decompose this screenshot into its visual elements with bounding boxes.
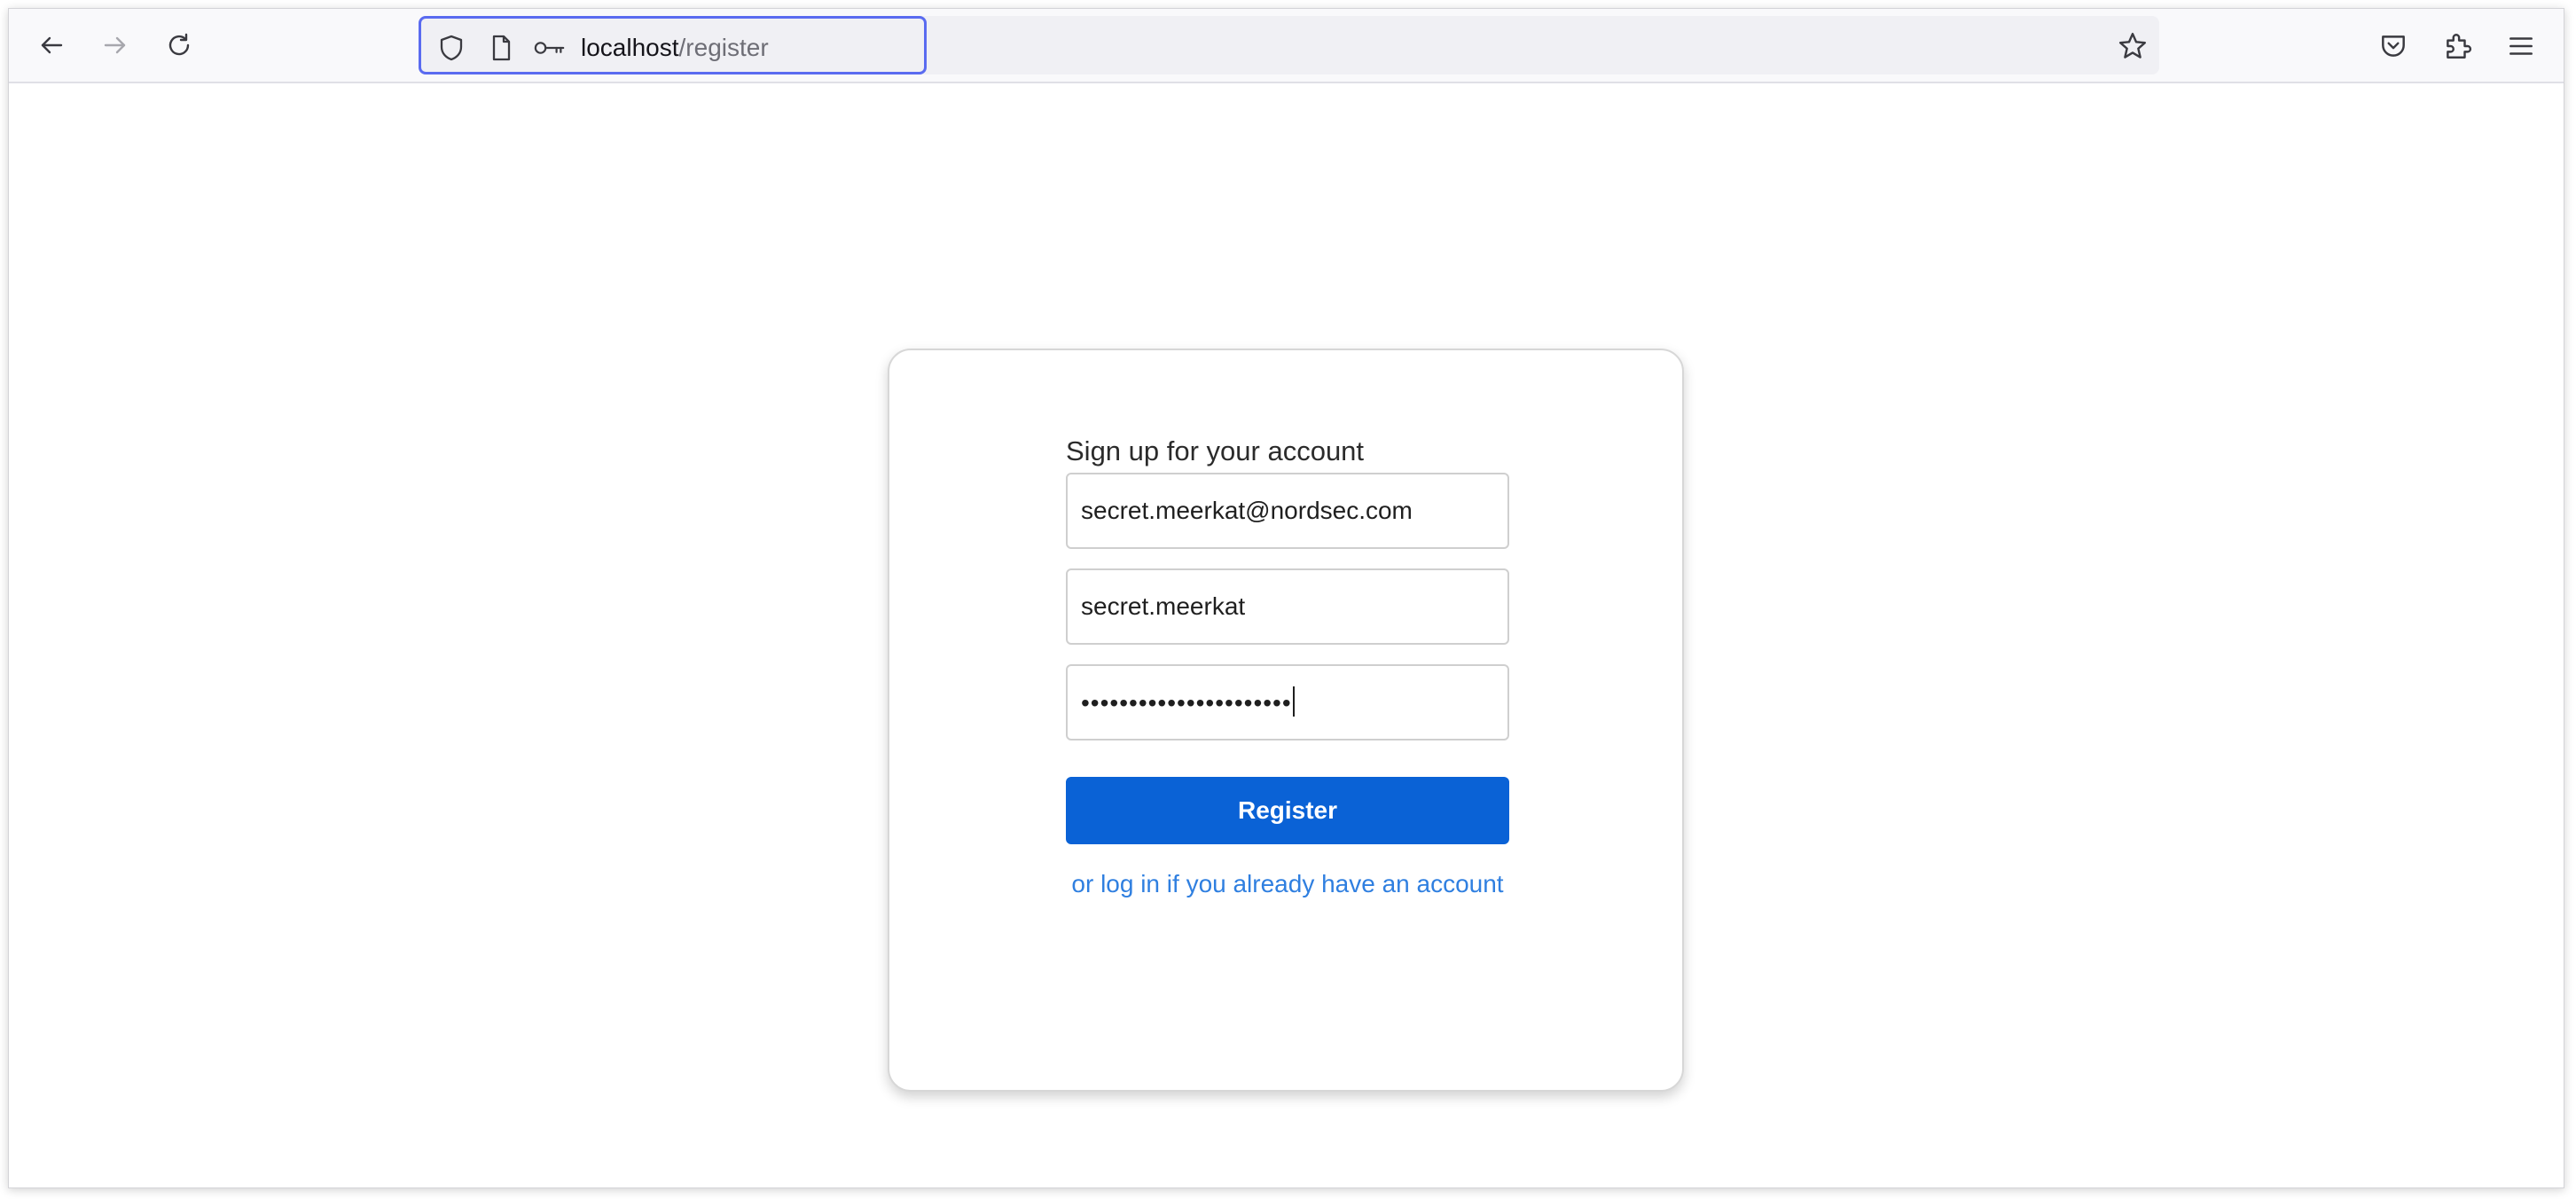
shield-icon [440,35,463,61]
url-bar[interactable]: localhost/register [419,16,927,74]
username-field[interactable]: secret.meerkat [1066,568,1509,645]
reload-icon [168,33,190,56]
app-menu-button[interactable] [2503,28,2539,64]
extensions-button[interactable] [2439,28,2475,64]
back-button[interactable] [30,24,73,67]
username-field-value: secret.meerkat [1081,592,1246,620]
key-icon [534,42,565,54]
url-text: localhost/register [581,32,769,64]
hamburger-menu-icon [2509,37,2533,55]
password-field[interactable]: •••••••••••••••••••••• [1066,664,1509,741]
browser-toolbar: localhost/register [9,9,2564,83]
bookmark-button[interactable] [2115,28,2150,64]
email-field-value: secret.meerkat@nordsec.com [1081,497,1413,524]
page-info-button[interactable] [486,33,516,63]
reload-button[interactable] [158,24,200,67]
back-arrow-icon [41,36,63,54]
pocket-icon [2382,35,2405,57]
puzzle-icon [2447,34,2472,59]
signup-card: Sign up for your account secret.meerkat@… [888,349,1684,1092]
signup-heading: Sign up for your account [1066,435,1365,466]
forward-arrow-icon [104,36,126,54]
url-path: /register [678,34,769,61]
forward-button[interactable] [94,24,137,67]
saved-logins-button[interactable] [532,33,568,63]
browser-window: localhost/register Sign up for your acco… [8,8,2564,1188]
register-button[interactable]: Register [1066,777,1509,844]
login-link[interactable]: or log in if you already have an account [1066,867,1509,901]
password-field-value: •••••••••••••••••••••• [1081,689,1292,717]
page-icon [492,35,511,61]
text-caret [1292,686,1295,717]
tracking-protection-button[interactable] [436,33,466,63]
email-field[interactable]: secret.meerkat@nordsec.com [1066,473,1509,549]
pocket-button[interactable] [2376,28,2411,64]
url-host: localhost [581,34,679,61]
password-field-text: •••••••••••••••••••••• [1081,686,1295,719]
star-icon [2118,32,2147,59]
